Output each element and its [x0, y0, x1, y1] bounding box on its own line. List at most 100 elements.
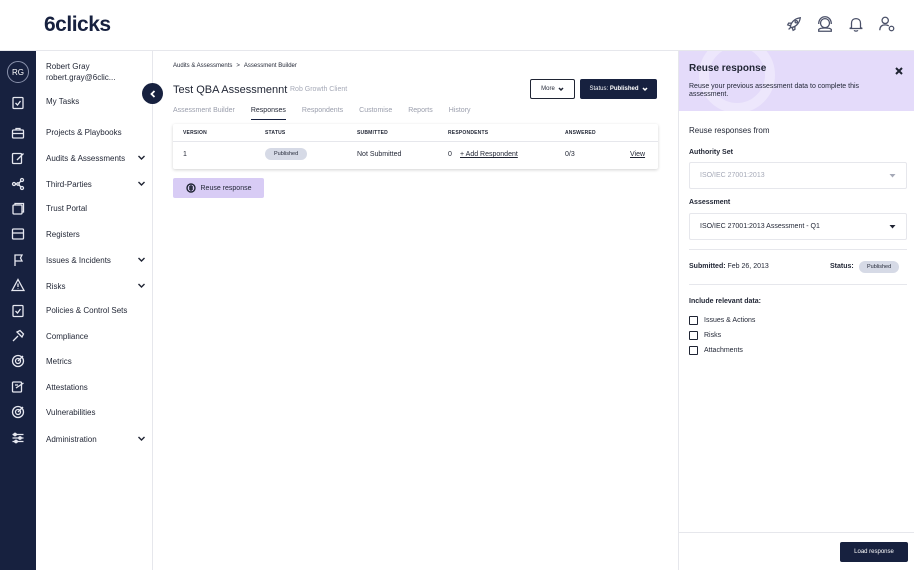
- chevron-down-icon: [558, 87, 564, 92]
- caret-down-icon: [889, 225, 896, 229]
- warning-icon[interactable]: [10, 278, 26, 292]
- close-icon[interactable]: [894, 63, 904, 75]
- sidebar-item-audits-assessments[interactable]: Audits & Assessments: [46, 153, 146, 164]
- breadcrumb: Audits & Assessments > Assessment Builde…: [173, 63, 297, 69]
- policy-icon[interactable]: [11, 304, 25, 318]
- more-button[interactable]: More: [530, 79, 575, 99]
- sidebar-item-trust-portal[interactable]: Trust Portal: [46, 204, 146, 213]
- status-label: Status:: [830, 263, 854, 270]
- sidebar-item-projects-playbooks[interactable]: Projects & Playbooks: [46, 128, 146, 137]
- sidebar-item-label: Risks: [46, 282, 66, 291]
- portal-icon[interactable]: [11, 202, 25, 216]
- sidebar-item-label: Issues & Incidents: [46, 256, 111, 265]
- divider: [689, 249, 907, 250]
- sidebar-item-administration[interactable]: Administration: [46, 434, 146, 445]
- sidebar-item-third-parties[interactable]: Third-Parties: [46, 179, 146, 190]
- tab-respondents[interactable]: Respondents: [302, 107, 343, 120]
- tab-responses[interactable]: Responses: [250, 107, 286, 120]
- section-label: Reuse responses from: [689, 126, 770, 135]
- bell-icon[interactable]: [847, 15, 865, 33]
- user-email: robert.gray@6clic...: [46, 73, 116, 82]
- assessment-value: ISO/IEC 27001:2013 Assessment - Q1: [700, 223, 820, 230]
- sidebar-item-compliance[interactable]: Compliance: [46, 332, 146, 341]
- sidebar-item-issues-incidents[interactable]: Issues & Incidents: [46, 255, 146, 266]
- sidebar-item-label: Policies & Control Sets: [46, 306, 128, 315]
- assessment-select[interactable]: ISO/IEC 27001:2013 Assessment - Q1: [689, 213, 907, 240]
- rocket-icon[interactable]: [785, 15, 803, 33]
- tab-reports[interactable]: Reports: [408, 107, 433, 120]
- top-bar: 6clicks: [0, 0, 914, 51]
- briefcase-icon[interactable]: [11, 126, 25, 140]
- authority-value: ISO/IEC 27001:2013: [700, 172, 765, 179]
- sidebar-item-policies-control-sets[interactable]: Policies & Control Sets: [46, 306, 146, 315]
- app-logo[interactable]: 6clicks: [44, 13, 111, 37]
- header-divider: [173, 141, 658, 142]
- chevron-down-icon: [137, 255, 146, 266]
- checkbox-label: Issues & Actions: [704, 317, 756, 324]
- breadcrumb-separator: >: [236, 63, 240, 69]
- reuse-response-button[interactable]: Reuse response: [173, 178, 264, 198]
- attest-icon[interactable]: [11, 380, 25, 394]
- panel-header: Reuse response Reuse your previous asses…: [679, 51, 914, 111]
- load-response-button[interactable]: Load response: [840, 542, 908, 562]
- panel-title: Reuse response: [689, 63, 767, 74]
- register-icon[interactable]: [11, 227, 25, 241]
- sidebar-item-label: Administration: [46, 435, 97, 444]
- checkbox-attachments[interactable]: Attachments: [689, 346, 743, 355]
- sidebar-item-label: Metrics: [46, 357, 72, 366]
- status-badge: Published: [859, 261, 900, 273]
- hammer-icon[interactable]: [11, 329, 25, 343]
- user-settings-icon[interactable]: [878, 15, 896, 33]
- sidebar-item-vulnerabilities[interactable]: Vulnerabilities: [46, 408, 146, 417]
- checkbox-box[interactable]: [689, 316, 698, 325]
- sidebar-item-label: Third-Parties: [46, 180, 92, 189]
- top-icons: [785, 15, 896, 33]
- col-header-submitted: SUBMITTED: [357, 130, 388, 136]
- panel-description: Reuse your previous assessment data to c…: [689, 83, 860, 98]
- tab-bar: Assessment Builder Responses Respondents Cu…: [173, 107, 471, 120]
- user-name: Robert Gray: [46, 62, 90, 71]
- view-link[interactable]: View: [630, 151, 645, 158]
- status-badge: Published: [265, 148, 308, 160]
- checkbox-box[interactable]: [689, 346, 698, 355]
- reuse-response-label: Reuse response: [200, 184, 252, 192]
- checkbox-box[interactable]: [689, 331, 698, 340]
- add-respondent-link[interactable]: + Add Respondent: [460, 151, 518, 158]
- network-icon[interactable]: [11, 177, 25, 191]
- tasks-icon[interactable]: [11, 96, 25, 110]
- page-title: Test QBA Assessmennt: [173, 84, 288, 96]
- submitted-info: Submitted: Feb 26, 2013: [689, 263, 769, 270]
- status-button[interactable]: Status: Published: [580, 79, 657, 99]
- cell-respondents: 0: [448, 151, 452, 158]
- sidebar-item-risks[interactable]: Risks: [46, 281, 146, 292]
- collapse-sidebar-button[interactable]: [142, 83, 163, 104]
- client-name: Rob Growth Client: [290, 86, 348, 93]
- target-icon[interactable]: [11, 354, 25, 368]
- target-icon[interactable]: [11, 405, 25, 419]
- reuse-icon: [185, 183, 196, 193]
- support-icon[interactable]: [816, 15, 834, 33]
- sliders-icon[interactable]: [11, 431, 25, 445]
- cell-version: 1: [183, 151, 187, 158]
- tab-history[interactable]: History: [449, 107, 471, 120]
- sidebar-item-registers[interactable]: Registers: [46, 230, 146, 239]
- cell-submitted: Not Submitted: [357, 151, 402, 158]
- chevron-down-icon: [137, 179, 146, 190]
- checkbox-risks[interactable]: Risks: [689, 331, 721, 340]
- col-header-version: VERSION: [183, 130, 207, 136]
- main-content: Audits & Assessments > Assessment Builde…: [153, 51, 678, 570]
- sidebar-item-label: Vulnerabilities: [46, 408, 96, 417]
- tab-customise[interactable]: Customise: [359, 107, 392, 120]
- edit-icon[interactable]: [11, 151, 25, 165]
- sidebar-item-attestations[interactable]: Attestations: [46, 383, 146, 392]
- checkbox-label: Attachments: [704, 347, 743, 354]
- sidebar-item-my-tasks[interactable]: My Tasks: [46, 97, 146, 106]
- tab-assessment-builder[interactable]: Assessment Builder: [173, 107, 235, 120]
- checkbox-issues-actions[interactable]: Issues & Actions: [689, 316, 755, 325]
- sidebar-item-metrics[interactable]: Metrics: [46, 357, 146, 366]
- checkbox-label: Risks: [704, 332, 722, 339]
- avatar[interactable]: RG: [7, 61, 29, 83]
- flag-icon[interactable]: [11, 253, 25, 267]
- chevron-left-icon: [149, 89, 155, 98]
- breadcrumb-parent[interactable]: Audits & Assessments: [173, 63, 232, 69]
